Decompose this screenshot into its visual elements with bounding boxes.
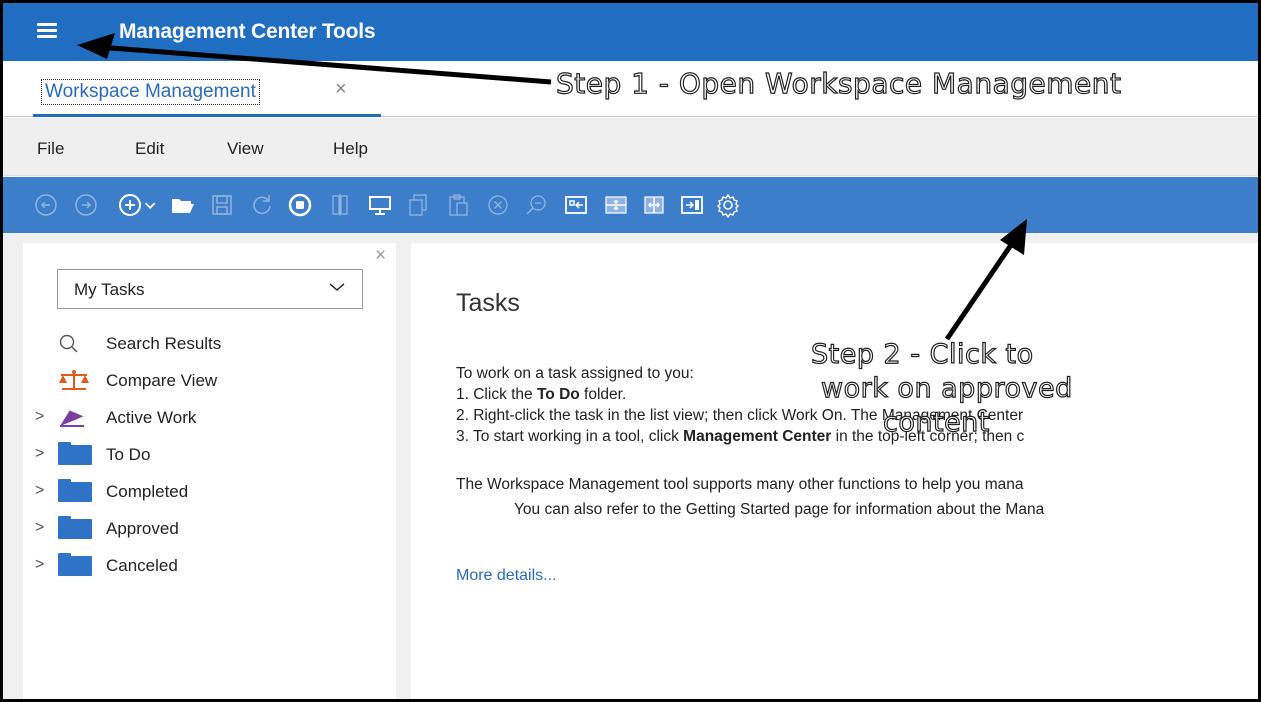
folder-icon xyxy=(58,553,92,576)
hamburger-menu-icon[interactable] xyxy=(37,23,57,39)
nav-item-active-work[interactable]: > Active Work xyxy=(23,403,393,433)
copy-icon[interactable] xyxy=(403,190,433,220)
folder-icon xyxy=(58,516,92,539)
workspace-gear-icon[interactable] xyxy=(713,190,743,220)
nav-label: Compare View xyxy=(106,371,218,390)
nav-label: To Do xyxy=(106,445,151,464)
back-icon[interactable] xyxy=(31,190,61,220)
more-details-link[interactable]: More details... xyxy=(456,567,556,585)
compare-icon xyxy=(59,370,89,390)
menu-file[interactable]: File xyxy=(37,139,64,159)
forward-icon[interactable] xyxy=(71,190,101,220)
toolbar xyxy=(3,177,1258,233)
instruction-step1: 1. Click the To Do folder. xyxy=(456,386,627,403)
chevron-down-icon xyxy=(329,283,345,291)
collapse-icon[interactable] xyxy=(601,190,631,220)
nav-item-canceled[interactable]: > Canceled xyxy=(23,551,393,581)
menu-bar: File Edit View Help xyxy=(3,118,1258,176)
tab-row: Workspace Management × Step 1 - Open Wor… xyxy=(3,61,1258,117)
expand-arrow-icon[interactable]: > xyxy=(35,408,44,426)
expand-arrow-icon[interactable]: > xyxy=(35,519,44,537)
search-icon xyxy=(59,334,78,353)
step1-annotation: Step 1 - Open Workspace Management xyxy=(555,66,1122,100)
expand-arrow-icon[interactable]: > xyxy=(35,556,44,574)
tab-workspace-management[interactable]: Workspace Management × xyxy=(33,61,381,117)
nav-item-completed[interactable]: > Completed xyxy=(23,477,393,507)
pane-separator xyxy=(3,233,1258,243)
expand-icon[interactable] xyxy=(639,190,669,220)
nav-label: Canceled xyxy=(106,556,178,575)
expand-arrow-icon[interactable]: > xyxy=(35,445,44,463)
expand-arrow-icon[interactable]: > xyxy=(35,482,44,500)
pane-splitter[interactable] xyxy=(396,233,411,699)
pane-margin xyxy=(3,233,23,699)
columns-icon[interactable] xyxy=(325,190,355,220)
nav-label: Search Results xyxy=(106,334,222,353)
tab-close-icon[interactable]: × xyxy=(335,78,347,101)
folder-icon xyxy=(58,442,92,465)
restore-icon[interactable] xyxy=(561,190,591,220)
open-folder-icon[interactable] xyxy=(168,190,198,220)
app-window: Management Center Tools Workspace Manage… xyxy=(0,0,1261,702)
tab-label[interactable]: Workspace Management xyxy=(41,79,260,105)
app-title: Management Center Tools xyxy=(119,20,376,43)
maximize-icon[interactable] xyxy=(677,190,707,220)
menu-edit[interactable]: Edit xyxy=(135,139,164,159)
folder-icon xyxy=(58,479,92,502)
description-text: The Workspace Management tool supports m… xyxy=(456,476,1024,493)
nav-item-approved[interactable]: > Approved xyxy=(23,514,393,544)
add-dropdown-chevron-icon[interactable] xyxy=(141,190,161,220)
page-title: Tasks xyxy=(456,289,520,317)
menu-view[interactable]: View xyxy=(227,139,264,159)
paste-icon[interactable] xyxy=(443,190,473,220)
cancel-icon[interactable] xyxy=(483,190,513,220)
left-pane-close-icon[interactable]: × xyxy=(375,245,386,267)
find-icon[interactable] xyxy=(521,190,551,220)
step2-annotation-line2: work on approved xyxy=(820,372,1073,404)
task-view-dropdown[interactable]: My Tasks xyxy=(57,269,363,309)
save-icon[interactable] xyxy=(207,190,237,220)
step2-annotation-line1: Step 2 - Click to xyxy=(810,338,1034,370)
menu-help[interactable]: Help xyxy=(333,139,368,159)
monitor-icon[interactable] xyxy=(365,190,395,220)
step2-annotation-line3: content xyxy=(882,406,990,438)
stop-icon[interactable] xyxy=(285,190,315,220)
nav-label: Active Work xyxy=(106,408,197,427)
nav-item-search-results[interactable]: Search Results xyxy=(23,329,393,359)
nav-item-to-do[interactable]: > To Do xyxy=(23,440,393,470)
nav-item-compare-view[interactable]: Compare View xyxy=(23,366,393,396)
nav-label: Completed xyxy=(106,482,189,501)
nav-label: Approved xyxy=(106,519,179,538)
getting-started-text: You can also refer to the Getting Starte… xyxy=(514,501,1045,518)
intro-text: To work on a task assigned to you: xyxy=(456,365,694,382)
title-bar: Management Center Tools xyxy=(3,3,1258,61)
dropdown-value: My Tasks xyxy=(74,280,145,299)
content-pane: Tasks To work on a task assigned to you:… xyxy=(411,243,1258,699)
left-navigation-pane: × My Tasks Search Results Compare View >… xyxy=(23,243,396,699)
active-work-icon xyxy=(60,409,85,427)
refresh-icon[interactable] xyxy=(247,190,277,220)
